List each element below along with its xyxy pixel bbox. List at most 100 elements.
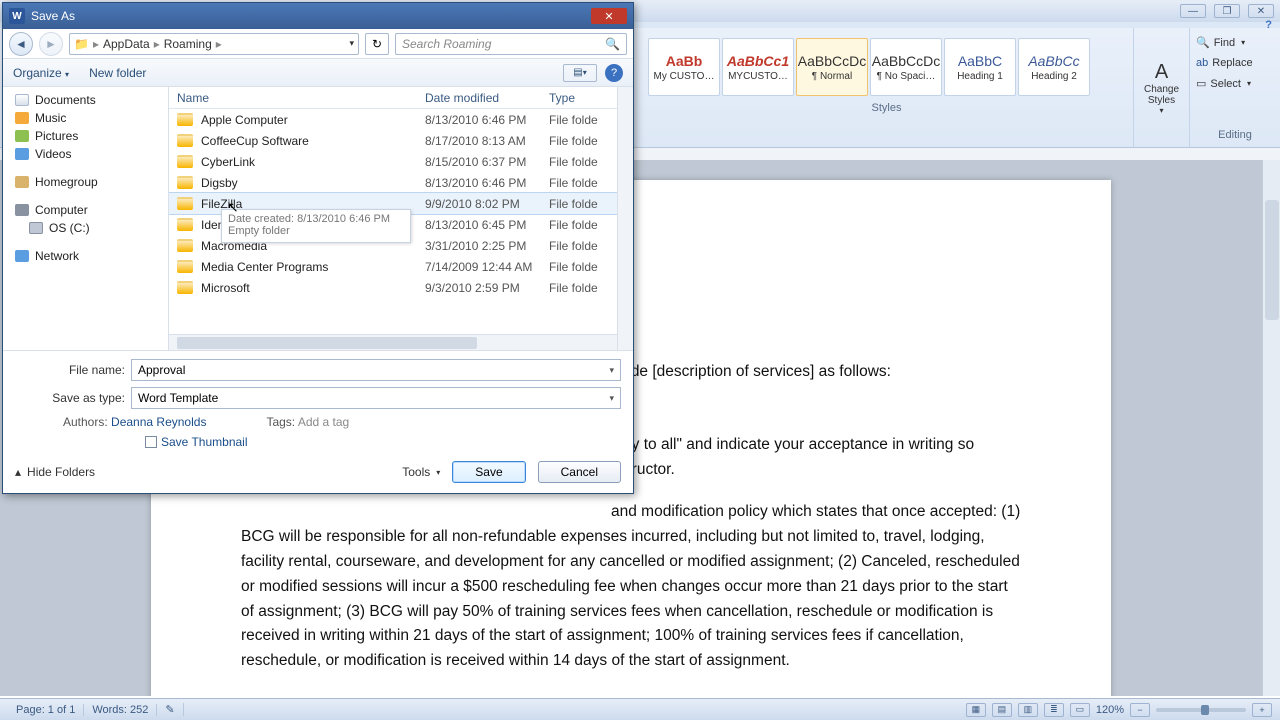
search-input[interactable]: Search Roaming 🔍 bbox=[395, 33, 627, 55]
search-icon: 🔍 bbox=[605, 37, 620, 51]
styles-group: AaBbMy CUSTO…AaBbCc1MYCUSTO…AaBbCcDc¶ No… bbox=[640, 28, 1134, 147]
music-icon bbox=[15, 112, 29, 124]
new-folder-button[interactable]: New folder bbox=[89, 66, 146, 80]
zoom-out[interactable]: − bbox=[1130, 703, 1150, 717]
folder-icon bbox=[177, 239, 193, 252]
nav-tree[interactable]: Documents Music Pictures Videos Homegrou… bbox=[3, 87, 169, 350]
file-vertical-scrollbar[interactable] bbox=[617, 87, 633, 350]
save-button[interactable]: Save bbox=[452, 461, 525, 483]
outline-view[interactable]: ≣ bbox=[1044, 703, 1064, 717]
editing-group: 🔍Find▾ abReplace ▭Select▾ Editing bbox=[1190, 28, 1280, 147]
folder-icon bbox=[177, 134, 193, 147]
page-indicator[interactable]: Page: 1 of 1 bbox=[8, 704, 84, 716]
tree-documents[interactable]: Documents bbox=[15, 91, 168, 109]
status-bar: Page: 1 of 1 Words: 252 ✎ ▦ ▤ ▥ ≣ ▭ 120%… bbox=[0, 698, 1280, 720]
style--no-spaci-[interactable]: AaBbCcDc¶ No Spaci… bbox=[870, 38, 942, 96]
tree-music[interactable]: Music bbox=[15, 109, 168, 127]
network-icon bbox=[15, 250, 29, 262]
style-heading-2[interactable]: AaBbCcHeading 2 bbox=[1018, 38, 1090, 96]
doc-paragraph: and modification policy which states tha… bbox=[241, 500, 1021, 674]
style-mycusto-[interactable]: AaBbCc1MYCUSTO… bbox=[722, 38, 794, 96]
file-row[interactable]: Apple Computer8/13/2010 6:46 PMFile fold… bbox=[169, 109, 617, 130]
videos-icon bbox=[15, 148, 29, 160]
dialog-titlebar[interactable]: W Save As ✕ bbox=[3, 3, 633, 29]
vertical-scrollbar[interactable] bbox=[1262, 160, 1280, 696]
tree-computer[interactable]: Computer bbox=[15, 201, 168, 219]
folder-icon bbox=[177, 260, 193, 273]
web-view[interactable]: ▥ bbox=[1018, 703, 1038, 717]
replace-icon: ab bbox=[1196, 57, 1208, 69]
save-as-dialog: W Save As ✕ ◄ ► 📁 ▸ AppData ▸ Roaming ▸ … bbox=[2, 2, 634, 494]
hide-folders-button[interactable]: ▴ Hide Folders bbox=[15, 465, 95, 479]
homegroup-icon bbox=[15, 176, 29, 188]
filename-field[interactable]: Approval▾ bbox=[131, 359, 621, 381]
folder-icon bbox=[177, 155, 193, 168]
filename-label: File name: bbox=[15, 363, 125, 377]
folder-tooltip: Date created: 8/13/2010 6:46 PM Empty fo… bbox=[221, 209, 411, 243]
print-layout-view[interactable]: ▦ bbox=[966, 703, 986, 717]
style--normal[interactable]: AaBbCcDc¶ Normal bbox=[796, 38, 868, 96]
doc-line: ovide [description of services] as follo… bbox=[611, 360, 1021, 385]
tags-label: Tags: bbox=[266, 415, 295, 429]
change-styles-button[interactable]: A Change Styles ▾ bbox=[1134, 28, 1190, 147]
saveastype-field[interactable]: Word Template▾ bbox=[131, 387, 621, 409]
file-row[interactable]: CyberLink8/15/2010 6:37 PMFile folde bbox=[169, 151, 617, 172]
back-button[interactable]: ◄ bbox=[9, 32, 33, 56]
fullscreen-view[interactable]: ▤ bbox=[992, 703, 1012, 717]
close-button[interactable]: ✕ bbox=[1248, 4, 1274, 18]
file-row[interactable]: Digsby8/13/2010 6:46 PMFile folde bbox=[169, 172, 617, 193]
draft-view[interactable]: ▭ bbox=[1070, 703, 1090, 717]
zoom-in[interactable]: + bbox=[1252, 703, 1272, 717]
style-heading-1[interactable]: AaBbCHeading 1 bbox=[944, 38, 1016, 96]
tree-videos[interactable]: Videos bbox=[15, 145, 168, 163]
save-thumbnail-label[interactable]: Save Thumbnail bbox=[161, 435, 248, 449]
proofing-icon[interactable]: ✎ bbox=[157, 703, 183, 716]
folder-icon bbox=[177, 197, 193, 210]
folder-icon bbox=[177, 218, 193, 231]
tree-homegroup[interactable]: Homegroup bbox=[15, 173, 168, 191]
tools-menu[interactable]: Tools▾ bbox=[402, 465, 440, 479]
change-styles-icon: A bbox=[1155, 61, 1168, 84]
select-button[interactable]: ▭Select▾ bbox=[1194, 75, 1276, 92]
dialog-nav: ◄ ► 📁 ▸ AppData ▸ Roaming ▸ ▾ ↻ Search R… bbox=[3, 29, 633, 59]
dialog-title: Save As bbox=[31, 9, 75, 23]
find-button[interactable]: 🔍Find▾ bbox=[1194, 34, 1276, 51]
styles-group-label: Styles bbox=[640, 100, 1133, 116]
select-icon: ▭ bbox=[1196, 77, 1206, 90]
restore-button[interactable]: ❐ bbox=[1214, 4, 1240, 18]
dialog-toolbar: Organize ▾ New folder ▤ ▾ ? bbox=[3, 59, 633, 87]
tree-pictures[interactable]: Pictures bbox=[15, 127, 168, 145]
close-icon[interactable]: ✕ bbox=[591, 8, 627, 24]
replace-button[interactable]: abReplace bbox=[1194, 55, 1276, 71]
authors-value[interactable]: Deanna Reynolds bbox=[111, 415, 206, 429]
save-thumbnail-checkbox[interactable] bbox=[145, 436, 157, 448]
style-my-custo-[interactable]: AaBbMy CUSTO… bbox=[648, 38, 720, 96]
column-headers[interactable]: Name Date modified Type bbox=[169, 87, 617, 109]
pictures-icon bbox=[15, 130, 29, 142]
drive-icon bbox=[29, 222, 43, 234]
view-mode-button[interactable]: ▤ ▾ bbox=[563, 64, 597, 82]
zoom-level[interactable]: 120% bbox=[1096, 704, 1124, 716]
word-icon: W bbox=[9, 8, 25, 24]
doc-line: nstructor. bbox=[611, 458, 1021, 483]
tags-value[interactable]: Add a tag bbox=[298, 415, 349, 429]
file-row[interactable]: CoffeeCup Software8/17/2010 8:13 AMFile … bbox=[169, 130, 617, 151]
cancel-button[interactable]: Cancel bbox=[538, 461, 621, 483]
organize-menu[interactable]: Organize ▾ bbox=[13, 66, 69, 80]
word-count[interactable]: Words: 252 bbox=[84, 704, 157, 716]
computer-icon bbox=[15, 204, 29, 216]
forward-button[interactable]: ► bbox=[39, 32, 63, 56]
zoom-slider[interactable] bbox=[1156, 708, 1246, 712]
file-row[interactable]: Media Center Programs7/14/2009 12:44 AMF… bbox=[169, 256, 617, 277]
refresh-button[interactable]: ↻ bbox=[365, 33, 389, 55]
breadcrumb[interactable]: 📁 ▸ AppData ▸ Roaming ▸ ▾ bbox=[69, 33, 359, 55]
folder-icon bbox=[177, 281, 193, 294]
file-row[interactable]: Microsoft9/3/2010 2:59 PMFile folde bbox=[169, 277, 617, 298]
minimize-button[interactable]: — bbox=[1180, 4, 1206, 18]
folder-icon bbox=[177, 176, 193, 189]
folder-icon bbox=[177, 113, 193, 126]
horizontal-scrollbar[interactable] bbox=[169, 334, 617, 350]
tree-network[interactable]: Network bbox=[15, 247, 168, 265]
help-icon[interactable]: ? bbox=[605, 64, 623, 82]
tree-os-drive[interactable]: OS (C:) bbox=[15, 219, 168, 237]
